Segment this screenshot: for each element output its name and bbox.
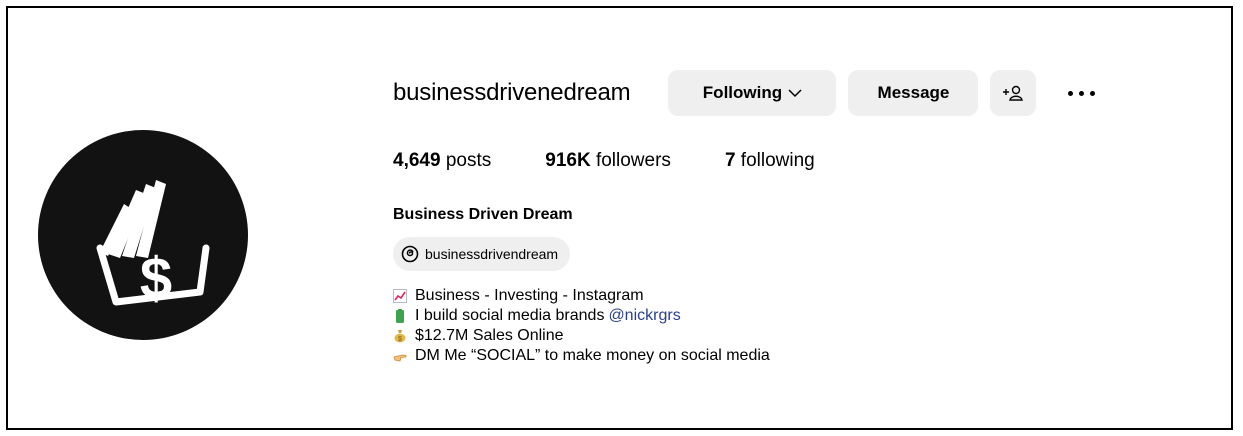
profile-stats: 4,649 posts 916K followers 7 following: [393, 150, 869, 172]
threads-icon: [401, 245, 419, 263]
profile-full-name: Business Driven Dream: [393, 206, 573, 223]
add-user-button[interactable]: [990, 70, 1037, 116]
svg-text:$: $: [398, 336, 402, 343]
profile-avatar[interactable]: $: [38, 130, 248, 340]
bio-line: DM Me “SOCIAL” to make money on social m…: [393, 346, 770, 366]
chevron-down-icon: [788, 89, 802, 98]
profile-frame: $ businessdrivenedream Following Message…: [6, 6, 1233, 430]
profile-bio: Business - Investing - Instagram I build…: [393, 286, 770, 366]
username: businessdrivenedream: [393, 79, 631, 106]
bio-line: I build social media brands @nickrgrs: [393, 306, 770, 326]
profile-header: businessdrivenedream Following Message: [393, 70, 1096, 116]
money-bag-emoji-icon: $: [394, 330, 406, 343]
add-user-icon: [1003, 85, 1024, 101]
following-button-label: Following: [702, 83, 783, 102]
following-stat[interactable]: 7 following: [725, 150, 815, 172]
threads-link[interactable]: businessdrivendream: [393, 237, 571, 271]
more-options-icon[interactable]: [1068, 70, 1096, 116]
pointing-hand-emoji-icon: [393, 354, 407, 362]
followers-stat[interactable]: 916K followers: [545, 150, 671, 172]
message-button[interactable]: Message: [848, 70, 979, 116]
battery-emoji-icon: [396, 309, 404, 323]
following-button[interactable]: Following: [668, 70, 837, 116]
bio-line: $ $12.7M Sales Online: [393, 326, 770, 346]
threads-handle: businessdrivendream: [425, 246, 559, 262]
posts-stat[interactable]: 4,649 posts: [393, 150, 491, 172]
svg-text:$: $: [140, 246, 172, 311]
bio-line: Business - Investing - Instagram: [393, 286, 770, 306]
money-logo-icon: $: [96, 180, 210, 311]
mention-link[interactable]: @nickrgrs: [608, 306, 680, 326]
chart-increasing-emoji-icon: [393, 289, 407, 303]
